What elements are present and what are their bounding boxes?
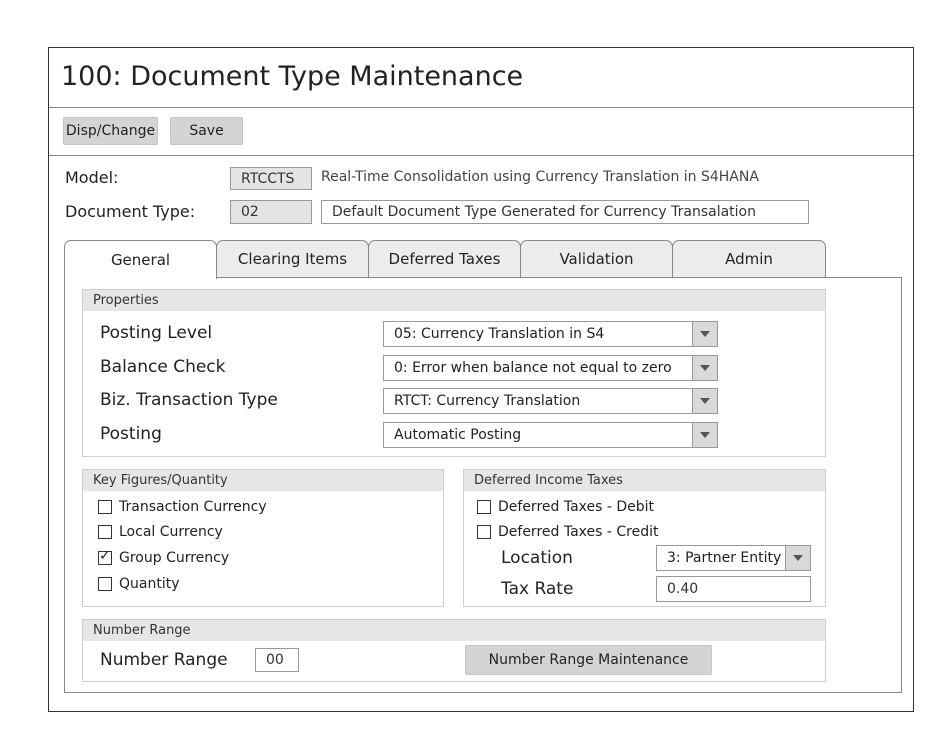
toolbar-divider [49, 155, 913, 156]
balance-check-label: Balance Check [100, 357, 226, 377]
posting-level-label: Posting Level [100, 323, 213, 343]
quantity-label: Quantity [119, 576, 180, 592]
group-currency-checkbox[interactable]: Group Currency [98, 548, 230, 566]
number-range-header: Number Range [83, 620, 825, 641]
checkbox-icon [477, 525, 491, 539]
tax-rate-label: Tax Rate [501, 579, 574, 599]
local-currency-checkbox[interactable]: Local Currency [98, 524, 223, 540]
chevron-down-icon[interactable] [692, 389, 717, 413]
posting-level-dropdown[interactable]: 05: Currency Translation in S4 [383, 321, 718, 347]
location-label: Location [501, 548, 573, 568]
general-tab-panel: Properties Posting Level 05: Currency Tr… [64, 277, 902, 693]
balance-check-dropdown[interactable]: 0: Error when balance not equal to zero [383, 355, 718, 381]
tab-admin[interactable]: Admin [672, 240, 826, 277]
location-dropdown[interactable]: 3: Partner Entity [656, 545, 811, 571]
tab-clearing-items[interactable]: Clearing Items [216, 240, 369, 277]
key-figures-header: Key Figures/Quantity [83, 470, 443, 491]
chevron-down-icon[interactable] [692, 423, 717, 447]
model-field[interactable]: RTCCTS [230, 167, 312, 190]
properties-group: Properties Posting Level 05: Currency Tr… [82, 289, 826, 457]
deferred-taxes-debit-checkbox[interactable]: Deferred Taxes - Debit [477, 499, 654, 515]
local-currency-label: Local Currency [119, 524, 223, 540]
document-type-field[interactable]: 02 [230, 200, 312, 224]
document-type-description-field[interactable]: Default Document Type Generated for Curr… [321, 200, 809, 224]
document-type-maintenance-window: 100: Document Type Maintenance Disp/Chan… [48, 47, 914, 712]
document-type-label: Document Type: [65, 202, 196, 221]
deferred-income-taxes-header: Deferred Income Taxes [464, 470, 825, 491]
number-range-group: Number Range Number Range 00 Number Rang… [82, 619, 826, 682]
balance-check-value: 0: Error when balance not equal to zero [394, 360, 672, 376]
tab-general[interactable]: General [64, 240, 217, 279]
disp-change-button[interactable]: Disp/Change [63, 117, 158, 145]
location-value: 3: Partner Entity [667, 550, 782, 566]
number-range-label: Number Range [100, 650, 228, 670]
model-label: Model: [65, 168, 119, 187]
save-button[interactable]: Save [170, 117, 243, 145]
chevron-down-icon[interactable] [692, 356, 717, 380]
chevron-down-icon[interactable] [692, 322, 717, 346]
biz-transaction-type-label: Biz. Transaction Type [100, 390, 278, 410]
number-range-field[interactable]: 00 [255, 648, 299, 672]
transaction-currency-checkbox[interactable]: Transaction Currency [98, 499, 267, 515]
checkbox-icon [477, 500, 491, 514]
posting-dropdown[interactable]: Automatic Posting [383, 422, 718, 448]
chevron-down-icon[interactable] [785, 546, 810, 570]
number-range-maintenance-button[interactable]: Number Range Maintenance [465, 645, 712, 675]
transaction-currency-label: Transaction Currency [119, 499, 267, 515]
title-divider [49, 107, 913, 108]
model-description: Real-Time Consolidation using Currency T… [321, 169, 759, 185]
tab-deferred-taxes[interactable]: Deferred Taxes [368, 240, 521, 277]
group-currency-label: Group Currency [119, 550, 230, 566]
key-figures-group: Key Figures/Quantity Transaction Currenc… [82, 469, 444, 607]
checkbox-checked-icon [98, 548, 112, 565]
page-title: 100: Document Type Maintenance [61, 61, 524, 92]
properties-header: Properties [83, 290, 825, 311]
tab-validation[interactable]: Validation [520, 240, 673, 277]
checkbox-icon [98, 500, 112, 514]
deferred-taxes-credit-checkbox[interactable]: Deferred Taxes - Credit [477, 524, 658, 540]
biz-transaction-type-dropdown[interactable]: RTCT: Currency Translation [383, 388, 718, 414]
posting-level-value: 05: Currency Translation in S4 [394, 326, 605, 342]
posting-value: Automatic Posting [394, 427, 522, 443]
biz-transaction-type-value: RTCT: Currency Translation [394, 393, 581, 409]
tax-rate-field[interactable]: 0.40 [656, 576, 811, 602]
deferred-income-taxes-group: Deferred Income Taxes Deferred Taxes - D… [463, 469, 826, 607]
deferred-taxes-debit-label: Deferred Taxes - Debit [498, 499, 655, 515]
posting-label: Posting [100, 424, 162, 444]
checkbox-icon [98, 525, 112, 539]
quantity-checkbox[interactable]: Quantity [98, 576, 180, 592]
checkbox-icon [98, 577, 112, 591]
deferred-taxes-credit-label: Deferred Taxes - Credit [498, 524, 659, 540]
